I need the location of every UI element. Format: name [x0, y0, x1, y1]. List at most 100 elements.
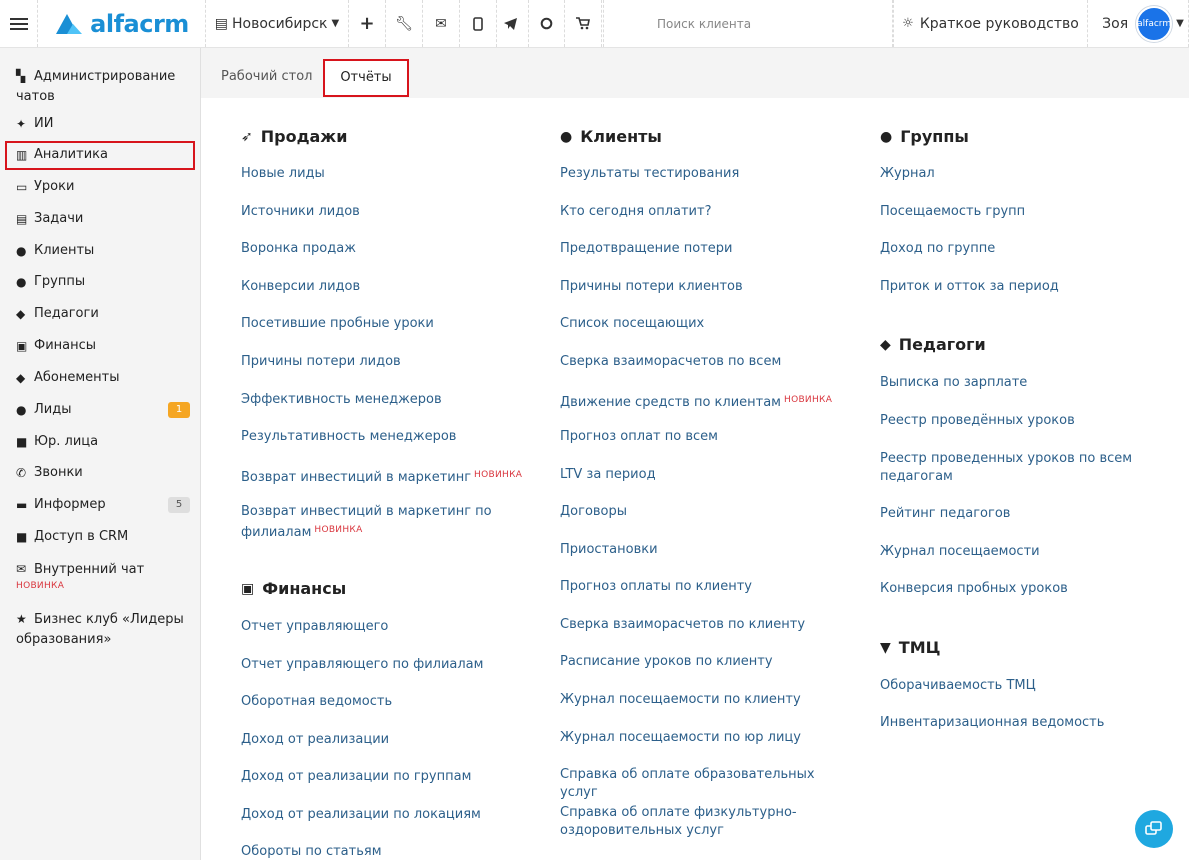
sidebar-item-leads[interactable]: ● Лиды 1	[16, 400, 192, 420]
city-selector[interactable]: ▤ Новосибирск ▼	[206, 0, 349, 47]
report-link[interactable]: Результативность менеджеров	[241, 428, 531, 446]
lock-icon: ■	[16, 530, 28, 544]
guide-label: Краткое руководство	[919, 15, 1079, 32]
report-link[interactable]: Приток и отток за период	[880, 278, 1170, 296]
report-link[interactable]: Справка об оплате физкультурно-оздоровит…	[560, 804, 800, 840]
report-link[interactable]: Журнал посещаемости	[880, 543, 1170, 561]
report-link[interactable]: Оборачиваемость ТМЦ	[880, 677, 1170, 695]
report-link[interactable]: Новые лиды	[241, 165, 531, 183]
report-link[interactable]: Результаты тестирования	[560, 165, 850, 183]
guide-button[interactable]: ☼ Краткое руководство	[893, 0, 1088, 47]
section-sales-title: ➶ Продажи	[241, 127, 348, 146]
report-link[interactable]: Выписка по зарплате	[880, 374, 1170, 392]
report-link[interactable]: Посещаемость групп	[880, 203, 1170, 221]
report-link[interactable]: Журнал посещаемости по юр лицу	[560, 729, 850, 747]
wrench-icon: 🔧︎	[395, 15, 413, 32]
avatar: alfacrm	[1136, 5, 1173, 42]
sidebar-item-business-club[interactable]: ★ Бизнес клуб «Лидеры образования»	[16, 609, 192, 650]
report-link[interactable]: Отчет управляющего по филиалам	[241, 656, 531, 674]
sidebar-item-ai[interactable]: ✦ ИИ	[16, 114, 192, 134]
sidebar-item-clients[interactable]: ● Клиенты	[16, 241, 192, 261]
report-link[interactable]: Приостановки	[560, 541, 850, 559]
plus-icon: +	[359, 13, 375, 34]
section-finance-title: ▣ Финансы	[241, 579, 347, 598]
report-link[interactable]: Доход от реализации по группам	[241, 768, 531, 786]
report-link[interactable]: Журнал посещаемости по клиенту	[560, 691, 850, 709]
section-groups-title: ● Группы	[880, 127, 969, 146]
support-chat-button[interactable]	[1135, 810, 1173, 848]
report-link[interactable]: Причины потери лидов	[241, 353, 531, 371]
report-link[interactable]: Рейтинг педагогов	[880, 505, 1170, 523]
new-badge: НОВИНКА	[314, 525, 363, 535]
report-link[interactable]: Воронка продаж	[241, 240, 531, 258]
report-link[interactable]: Сверка взаиморасчетов по клиенту	[560, 616, 850, 634]
report-link[interactable]: Прогноз оплат по всем	[560, 428, 850, 446]
report-link[interactable]: Конверсии лидов	[241, 278, 531, 296]
section-teachers-title: ◆ Педагоги	[880, 335, 986, 354]
report-link[interactable]: Журнал	[880, 165, 1170, 183]
tab-reports[interactable]: Отчёты	[323, 59, 409, 97]
report-link[interactable]: Возврат инвестиций в маркетинг НОВИНКА	[241, 466, 531, 487]
informer-count-badge: 5	[168, 497, 190, 513]
sidebar-item-tasks[interactable]: ▤ Задачи	[16, 209, 192, 229]
logo[interactable]: alfacrm	[38, 0, 206, 47]
sidebar-item-calls[interactable]: ✆ Звонки	[16, 463, 192, 483]
report-link[interactable]: Причины потери клиентов	[560, 278, 850, 296]
tools-button[interactable]: 🔧︎	[386, 0, 423, 47]
report-link[interactable]: Возврат инвестиций в маркетинг по филиал…	[241, 503, 501, 542]
sidebar-item-chat-admin[interactable]: ▚ Администрирование чатов	[16, 66, 192, 107]
calendar-icon: ▭	[16, 180, 28, 194]
sidebar-item-lessons[interactable]: ▭ Уроки	[16, 177, 192, 197]
sidebar-item-teachers[interactable]: ◆ Педагоги	[16, 304, 192, 324]
report-link[interactable]: Оборотная ведомость	[241, 693, 531, 711]
report-link[interactable]: Доход от реализации по локациям	[241, 806, 531, 824]
logo-icon	[56, 13, 83, 34]
search-box[interactable]	[603, 0, 893, 47]
report-link[interactable]: Кто сегодня оплатит?	[560, 203, 850, 221]
leads-count-badge: 1	[168, 402, 190, 418]
report-link[interactable]: Доход по группе	[880, 240, 1170, 258]
menu-button[interactable]	[0, 0, 38, 47]
report-link[interactable]: Конверсия пробных уроков	[880, 580, 1170, 598]
report-link[interactable]: Инвентаризационная ведомость	[880, 714, 1170, 732]
sidebar-item-subscriptions[interactable]: ◆ Абонементы	[16, 368, 192, 388]
sidebar-item-crm-access[interactable]: ■ Доступ в CRM	[16, 527, 192, 547]
report-link[interactable]: Обороты по статьям	[241, 843, 531, 860]
search-input[interactable]	[657, 16, 887, 31]
report-link[interactable]: Сверка взаиморасчетов по всем	[560, 353, 850, 371]
report-link[interactable]: Источники лидов	[241, 203, 531, 221]
phone-call-icon: ✆	[16, 466, 27, 480]
telegram-button[interactable]	[492, 0, 529, 47]
report-link[interactable]: Справка об оплате образовательных услуг	[560, 766, 850, 802]
plus-button[interactable]: +	[349, 0, 386, 47]
sidebar-item-groups[interactable]: ● Группы	[16, 272, 192, 292]
whatsapp-button[interactable]	[528, 0, 565, 47]
report-link[interactable]: Список посещающих	[560, 315, 850, 333]
report-link[interactable]: Расписание уроков по клиенту	[560, 653, 850, 671]
star-icon: ★	[16, 612, 27, 626]
report-link[interactable]: LTV за период	[560, 466, 850, 484]
cart-button[interactable]	[565, 0, 602, 47]
sidebar-item-finance[interactable]: ▣ Финансы	[16, 336, 192, 356]
graduation-cap-icon: ◆	[16, 307, 26, 321]
top-bar: alfacrm ▤ Новосибирск ▼ + 🔧︎ ✉ ☼ Краткое…	[0, 0, 1189, 48]
report-link[interactable]: Посетившие пробные уроки	[241, 315, 531, 333]
mail-button[interactable]: ✉	[423, 0, 460, 47]
sidebar-item-legal-entities[interactable]: ■ Юр. лица	[16, 432, 192, 452]
report-link[interactable]: Движение средств по клиентам НОВИНКА	[560, 391, 850, 412]
sidebar-item-internal-chat[interactable]: ✉ Внутренний чат НОВИНКА	[16, 559, 192, 592]
users-icon: ●	[880, 128, 893, 145]
reports-panel: ➶ Продажи Новые лиды Источники лидов Воро…	[201, 98, 1189, 860]
report-link[interactable]: Реестр проведённых уроков	[880, 412, 1170, 430]
sidebar-item-informer[interactable]: ▬ Информер 5	[16, 495, 192, 515]
report-link[interactable]: Предотвращение потери	[560, 240, 850, 258]
report-link[interactable]: Эффективность менеджеров	[241, 391, 531, 409]
user-menu[interactable]: Зоя alfacrm ▼	[1088, 0, 1189, 47]
report-link[interactable]: Прогноз оплаты по клиенту	[560, 578, 850, 596]
report-link[interactable]: Реестр проведенных уроков по всем педаго…	[880, 450, 1140, 486]
money-icon: ▣	[241, 580, 255, 597]
report-link[interactable]: Отчет управляющего	[241, 618, 531, 636]
report-link[interactable]: Договоры	[560, 503, 850, 521]
report-link[interactable]: Доход от реализации	[241, 731, 531, 749]
tab-desktop[interactable]: Рабочий стол	[221, 62, 312, 92]
